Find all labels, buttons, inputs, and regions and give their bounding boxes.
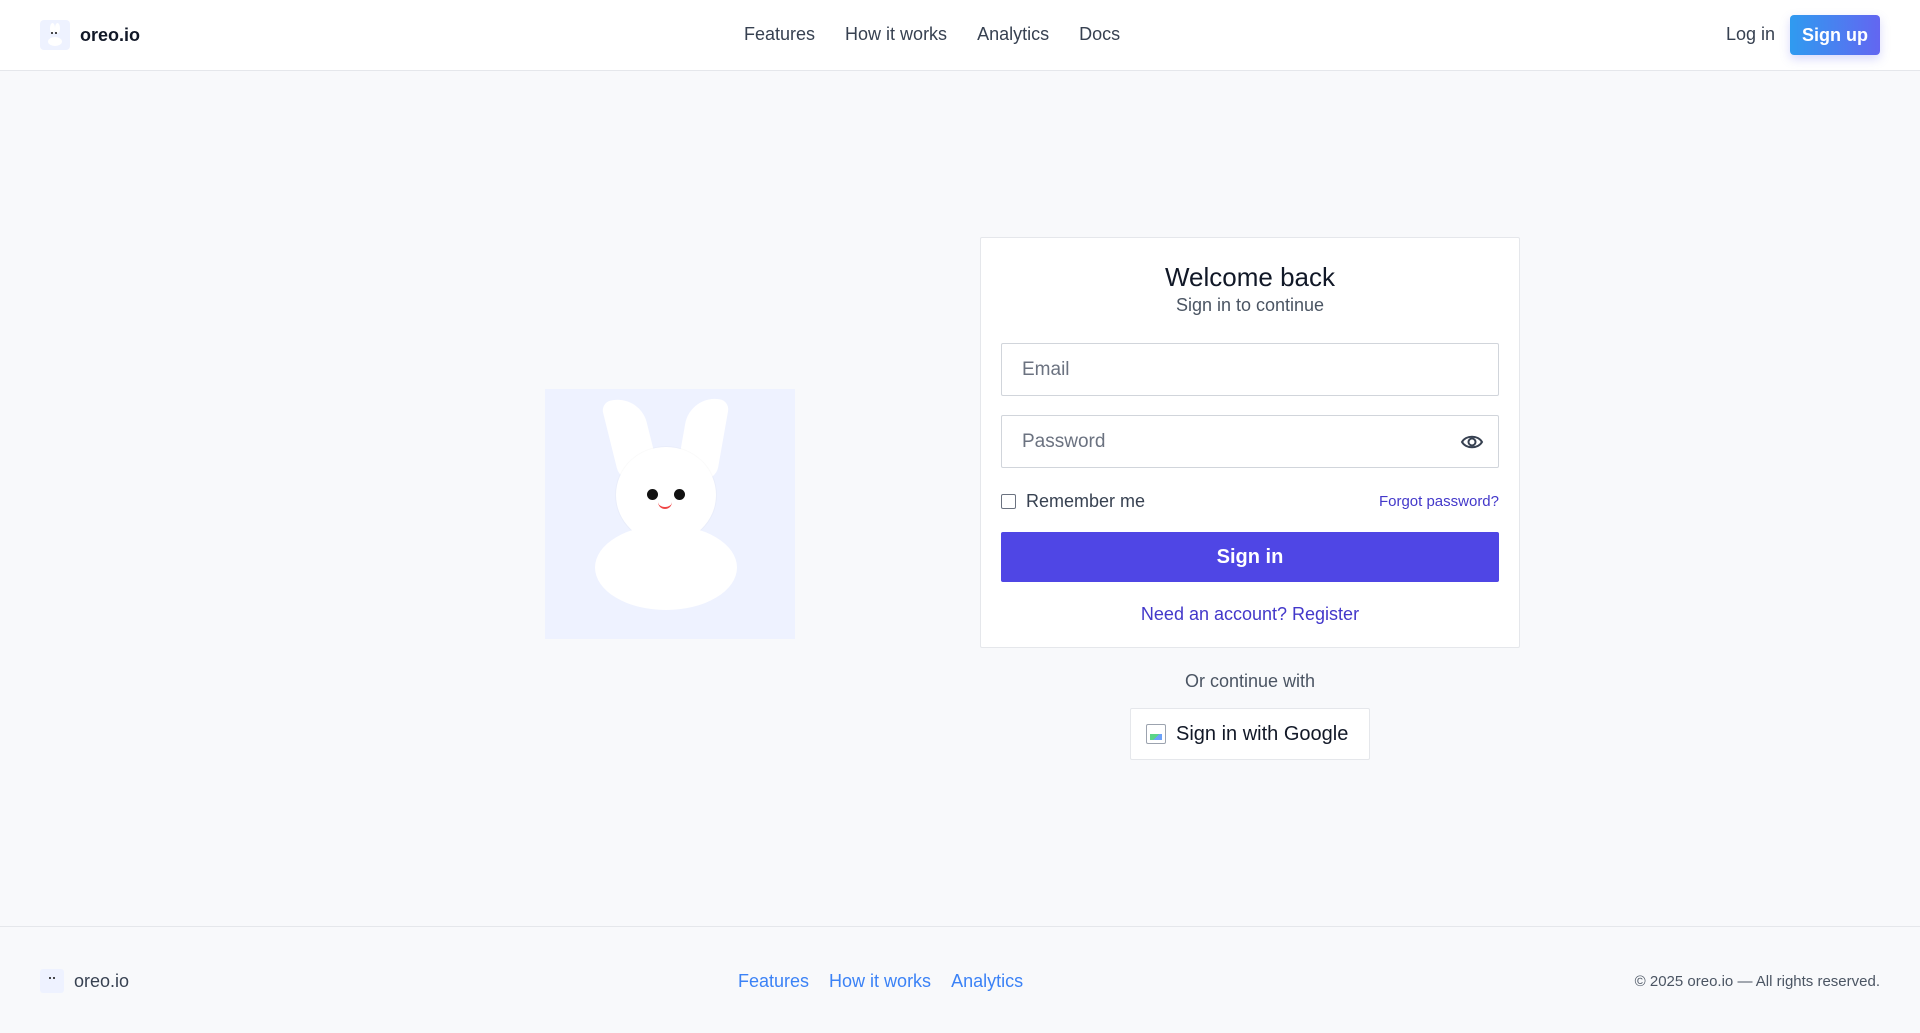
login-card: Welcome back Sign in to continue Remembe… (980, 237, 1520, 648)
main-nav: Features How it works Analytics Docs (744, 24, 1120, 45)
email-field-wrapper (1001, 343, 1499, 396)
login-subtitle: Sign in to continue (1175, 295, 1325, 315)
bunny-body (595, 525, 737, 610)
signup-button[interactable]: Sign up (1790, 15, 1880, 55)
login-title: Welcome back (1164, 262, 1336, 292)
bunny-illustration (545, 389, 795, 639)
copyright: © 2025 oreo.io — All rights reserved. (1634, 973, 1880, 990)
bunny-logo-icon (40, 20, 70, 50)
remember-checkbox[interactable] (1001, 494, 1016, 509)
password-field-wrapper (1001, 415, 1499, 468)
password-input[interactable] (1002, 416, 1498, 467)
footer-brand-name: oreo.io (74, 970, 130, 991)
brand-name: oreo.io (80, 24, 141, 45)
eye-icon[interactable] (1460, 431, 1484, 453)
email-input[interactable] (1002, 344, 1498, 395)
nav-analytics[interactable]: Analytics (977, 24, 1049, 45)
footer-link-features[interactable]: Features (738, 971, 809, 992)
footer: oreo.io Features How it works Analytics … (0, 926, 1920, 1033)
nav-features[interactable]: Features (744, 24, 815, 45)
google-icon (1146, 724, 1166, 744)
login-link[interactable]: Log in (1726, 24, 1775, 45)
nav-how-it-works[interactable]: How it works (845, 24, 947, 45)
bunny-eye-left (647, 489, 658, 500)
google-sign-in-button[interactable]: Sign in with Google (1130, 708, 1370, 760)
remember-me: Remember me (1001, 491, 1145, 512)
sign-in-button[interactable]: Sign in (1001, 532, 1499, 582)
google-sign-in-label: Sign in with Google (1176, 722, 1349, 745)
bunny-eye-right (674, 489, 685, 500)
forgot-password-link[interactable]: Forgot password? (1379, 493, 1499, 510)
register-link[interactable]: Need an account? Register (981, 604, 1519, 625)
footer-link-analytics[interactable]: Analytics (951, 971, 1023, 992)
bunny-logo-icon (40, 969, 64, 993)
or-continue-with: Or continue with (1184, 671, 1316, 691)
footer-brand: oreo.io (40, 969, 129, 993)
top-navbar: oreo.io Features How it works Analytics … (0, 0, 1920, 71)
brand-link[interactable]: oreo.io (40, 20, 140, 50)
nav-docs[interactable]: Docs (1079, 24, 1120, 45)
remember-label[interactable]: Remember me (1026, 491, 1145, 512)
footer-link-how-it-works[interactable]: How it works (829, 971, 931, 992)
footer-nav: Features How it works Analytics (738, 971, 1023, 992)
